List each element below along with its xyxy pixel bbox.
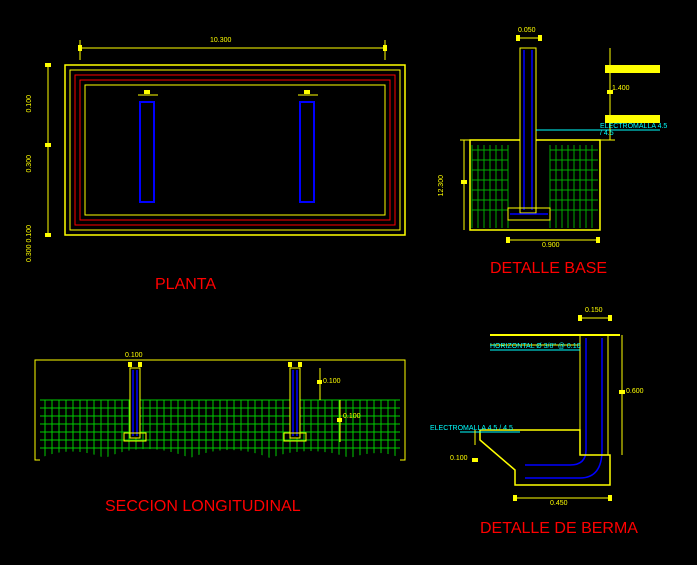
db-dim-left: 12.300 <box>438 175 445 196</box>
berma-dim-left: 0.100 <box>450 455 468 462</box>
sec-dim-2: 0.100 <box>323 378 341 385</box>
db-dim-right: 1.400 <box>612 85 630 92</box>
planta-dim-l2: 0.300 <box>26 155 33 173</box>
db-electromalla-label: ELECTROMALLA 4.5 / 4.5 <box>600 123 670 137</box>
detalle-berma-view: 0.150 HORIZONTAL Ø 3/8" @ 0.10 0.600 ELE… <box>460 310 670 510</box>
sec-dim-1: 0.100 <box>125 352 143 359</box>
seccion-title: SECCION LONGITUDINAL <box>105 498 301 516</box>
detalle-base-view: 0.050 1.400 ELECTROMALLA 4.5 / 4.5 12.30… <box>460 30 670 250</box>
berma-dim-top: 0.150 <box>585 307 603 314</box>
berma-dim-bottom: 0.450 <box>550 500 568 507</box>
planta-dim-top: 10.300 <box>210 37 231 44</box>
planta-dim-l1: 0.100 <box>26 95 33 113</box>
detalle-berma-title: DETALLE DE BERMA <box>480 520 638 538</box>
db-dim-bottom: 0.900 <box>542 242 560 249</box>
seccion-drawing <box>30 350 410 490</box>
detalle-base-title: DETALLE BASE <box>490 260 607 278</box>
planta-drawing <box>40 40 410 270</box>
seccion-view: 0.100 0.100 0.100 <box>30 350 410 490</box>
detalle-base-drawing <box>460 30 670 250</box>
detalle-berma-drawing <box>460 310 670 510</box>
sec-dim-3: 0.100 <box>343 413 361 420</box>
planta-view: 10.300 0.100 0.300 0.300 0.100 <box>40 40 410 270</box>
berma-electro-label: ELECTROMALLA 4.5 / 4.5 <box>430 425 513 432</box>
berma-dim-right: 0.600 <box>626 388 644 395</box>
berma-horiz-label: HORIZONTAL Ø 3/8" @ 0.10 <box>490 343 581 350</box>
planta-dim-l3: 0.300 0.100 <box>26 225 33 262</box>
db-dim-top: 0.050 <box>518 27 536 34</box>
planta-title: PLANTA <box>155 276 216 294</box>
